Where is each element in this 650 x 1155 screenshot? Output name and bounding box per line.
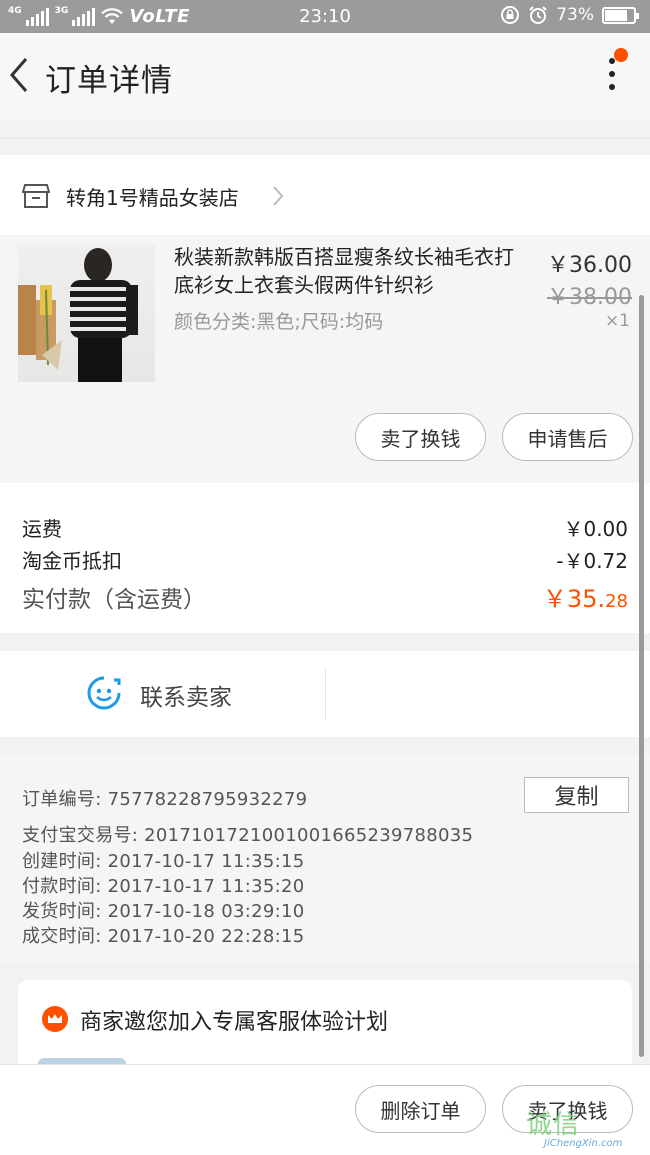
page-header: 订单详情 (0, 33, 650, 119)
order-info: 订单编号: 75778228795932279 复制 支付宝交易号: 2017101… (0, 755, 650, 963)
battery-icon (602, 6, 639, 24)
rotation-lock-icon (501, 6, 520, 24)
shipped-time-label: 发货时间: (22, 901, 102, 922)
total-value: ￥35.28 (543, 579, 628, 614)
product-title[interactable]: 秋装新款韩版百搭显瘦条纹长袖毛衣打底衫女上衣套头假两件针织衫 (174, 243, 529, 299)
paid-time-label: 付款时间: (22, 876, 102, 897)
page-title: 订单详情 (45, 63, 173, 99)
paid-time-value: 2017-10-17 11:35:20 (107, 876, 305, 897)
coin-deduct-value: -￥0.72 (556, 549, 628, 573)
product-image[interactable] (18, 245, 155, 382)
total-value-main: ￥35. (542, 585, 606, 613)
copy-button[interactable]: 复制 (524, 777, 629, 813)
delete-order-button[interactable]: 删除订单 (355, 1085, 486, 1133)
order-item: 秋装新款韩版百搭显瘦条纹长袖毛衣打底衫女上衣套头假两件针织衫 颜色分类:黑色;尺… (0, 235, 650, 483)
notification-dot (614, 48, 628, 62)
shipped-time-value: 2017-10-18 03:29:10 (107, 901, 305, 922)
back-arrow-icon[interactable] (6, 55, 36, 95)
contact-divider (325, 669, 326, 719)
crown-icon (42, 1006, 68, 1032)
status-bar: 4G 3G VoLTE 23:10 73% (0, 0, 650, 33)
shipped-time-row: 发货时间: 2017-10-18 03:29:10 (22, 897, 304, 923)
chevron-right-icon (273, 186, 284, 206)
order-number-row: 订单编号: 75778228795932279 (22, 785, 307, 811)
alipay-number-label: 支付宝交易号: (22, 825, 139, 846)
product-original-price: ￥38.00 (547, 285, 632, 310)
shipping-row: 运费 ￥0.00 (22, 513, 628, 542)
created-time-value: 2017-10-17 11:35:15 (107, 851, 305, 872)
section-divider (0, 138, 650, 155)
created-time-label: 创建时间: (22, 851, 102, 872)
store-icon (22, 184, 50, 208)
invite-text: 商家邀您加入专属客服体验计划 (80, 1010, 389, 1035)
scrollbar[interactable] (639, 295, 644, 1057)
product-quantity: ×1 (604, 311, 630, 331)
sell-button[interactable]: 卖了换钱 (355, 413, 486, 461)
coin-deduct-label: 淘金币抵扣 (22, 549, 122, 573)
contact-seller-button[interactable]: 联系卖家 (140, 678, 232, 712)
watermark-logo: 诚信 JiChengXin.com (524, 1104, 642, 1152)
alipay-number-value: 2017101721001001665239788035 (144, 825, 474, 846)
completed-time-label: 成交时间: (22, 926, 102, 947)
after-sale-button[interactable]: 申请售后 (502, 413, 633, 461)
battery-fill (605, 9, 627, 21)
product-sku: 颜色分类:黑色;尺码:均码 (174, 311, 384, 333)
total-value-decimal: 28 (605, 591, 628, 612)
alipay-number-row: 支付宝交易号: 2017101721001001665239788035 (22, 821, 473, 847)
coin-deduct-row: 淘金币抵扣 -￥0.72 (22, 545, 628, 574)
cost-summary: 运费 ￥0.00 淘金币抵扣 -￥0.72 实付款（含运费） ￥35.28 (0, 483, 650, 633)
battery-percent: 73% (556, 5, 594, 25)
chat-smile-icon[interactable] (86, 675, 122, 711)
status-bar-right: 73% (500, 5, 639, 25)
contact-bar: 联系卖家 (0, 651, 650, 737)
order-number-value: 75778228795932279 (107, 789, 308, 810)
total-label: 实付款（含运费） (22, 587, 206, 613)
shipping-value: ￥0.00 (563, 517, 628, 541)
alarm-icon (529, 6, 547, 24)
shop-name[interactable]: 转角1号精品女装店 (66, 182, 239, 211)
completed-time-value: 2017-10-20 22:28:15 (107, 926, 305, 947)
shipping-label: 运费 (22, 517, 62, 541)
completed-time-row: 成交时间: 2017-10-20 22:28:15 (22, 922, 304, 948)
watermark-text: 诚信 (526, 1110, 581, 1140)
shop-row[interactable]: 转角1号精品女装店 (0, 155, 650, 235)
product-price: ￥36.00 (547, 253, 632, 278)
more-menu-icon[interactable] (606, 58, 618, 98)
total-row: 实付款（含运费） ￥35.28 (22, 579, 628, 614)
order-number-label: 订单编号: (22, 789, 102, 810)
watermark-url: JiChengXin.com (544, 1138, 623, 1149)
created-time-row: 创建时间: 2017-10-17 11:35:15 (22, 847, 304, 873)
paid-time-row: 付款时间: 2017-10-17 11:35:20 (22, 872, 304, 898)
